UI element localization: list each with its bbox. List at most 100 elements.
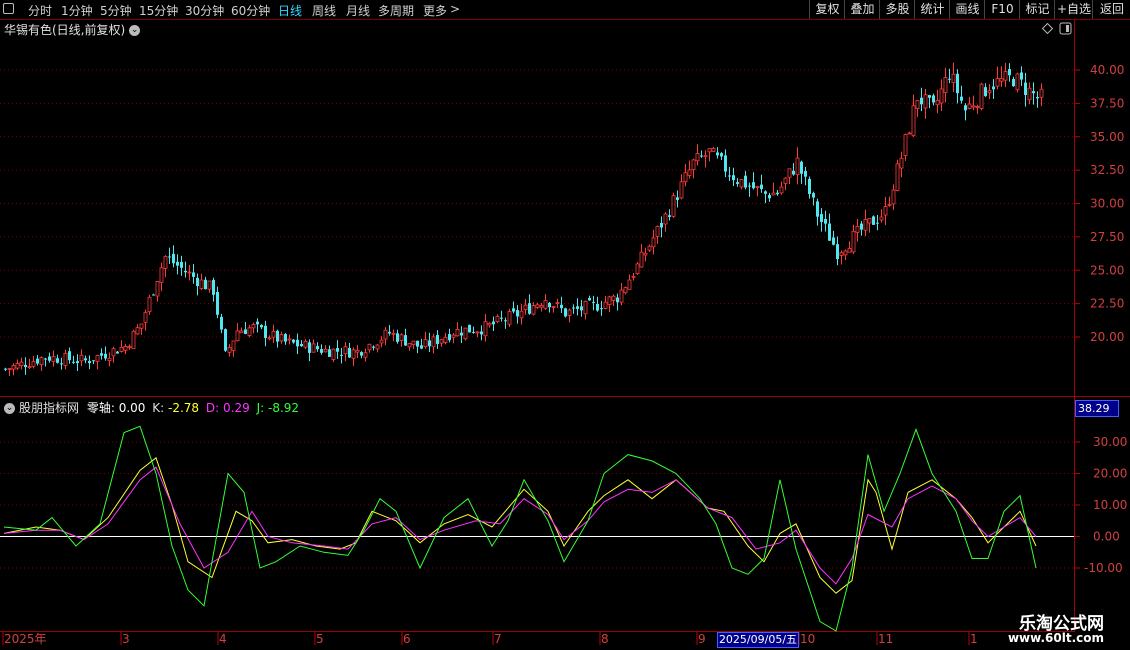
- down-candle: [24, 357, 27, 375]
- down-candle: [660, 216, 663, 238]
- candle-body: [244, 329, 247, 334]
- candle-body: [643, 252, 648, 256]
- down-candle: [580, 299, 583, 317]
- candle-body: [399, 334, 404, 341]
- up-candle: [883, 196, 888, 226]
- down-candle: [284, 333, 287, 345]
- down-candle: [276, 329, 279, 348]
- candle-body: [207, 280, 212, 290]
- candle-body: [724, 155, 727, 172]
- up-candle: [939, 79, 944, 112]
- up-candle: [771, 182, 776, 196]
- up-candle: [779, 181, 784, 195]
- up-candle: [627, 274, 632, 290]
- down-candle: [948, 68, 951, 84]
- date-tick-label: 9: [698, 632, 706, 646]
- candle-body: [504, 320, 507, 322]
- up-candle: [343, 342, 348, 362]
- down-candle: [956, 69, 959, 104]
- down-candle: [220, 313, 223, 334]
- down-candle: [88, 355, 91, 370]
- down-candle: [920, 87, 923, 112]
- up-candle: [227, 344, 232, 357]
- candle-body: [935, 100, 940, 106]
- candle-body: [276, 330, 279, 342]
- candle-body: [596, 304, 599, 311]
- candle-body: [404, 335, 407, 346]
- down-candle: [820, 208, 823, 232]
- diamond-icon[interactable]: [1041, 22, 1054, 35]
- up-candle: [523, 298, 528, 315]
- candle-body: [951, 73, 956, 84]
- up-candle: [923, 88, 928, 119]
- up-candle: [39, 356, 44, 371]
- candle-body: [711, 147, 716, 152]
- up-candle: [655, 225, 660, 244]
- stock-chart[interactable]: 20.0022.5025.0027.5030.0032.5035.0037.50…: [0, 0, 1130, 650]
- down-candle: [616, 293, 619, 311]
- down-candle: [748, 182, 751, 197]
- candle-body: [264, 325, 267, 338]
- down-candle: [448, 328, 451, 343]
- down-candle: [1008, 63, 1011, 82]
- candle-body: [639, 251, 644, 268]
- up-candle: [943, 67, 948, 103]
- panel-toggle-icon[interactable]: [1059, 22, 1072, 35]
- indicator-tick-label: 10.00: [1093, 498, 1127, 512]
- candle-body: [588, 298, 591, 301]
- candle-body: [519, 310, 524, 319]
- up-candle: [331, 348, 336, 362]
- up-candle: [139, 323, 144, 335]
- down-candle: [1024, 72, 1027, 107]
- down-candle: [176, 254, 179, 275]
- down-candle: [876, 214, 879, 231]
- down-candle: [516, 305, 519, 324]
- down-candle: [800, 160, 803, 184]
- up-candle: [1003, 62, 1008, 88]
- up-candle: [27, 358, 32, 369]
- down-candle: [100, 348, 103, 360]
- candle-body: [876, 222, 879, 224]
- candle-body: [111, 348, 116, 357]
- watermark-url: www.60lt.com: [1007, 631, 1104, 645]
- price-tick-label: 37.50: [1090, 96, 1124, 110]
- candle-body: [1032, 91, 1035, 94]
- candle-body: [1012, 79, 1015, 87]
- down-candle: [224, 328, 227, 353]
- up-candle: [443, 332, 448, 345]
- up-candle: [671, 192, 676, 218]
- up-candle: [683, 163, 688, 187]
- up-candle: [623, 286, 628, 295]
- candle-body: [407, 343, 412, 348]
- indicator-tick-label: 20.00: [1093, 467, 1127, 481]
- down-candle: [116, 350, 119, 354]
- candle-body: [79, 354, 84, 362]
- candle-body: [851, 230, 856, 253]
- down-candle: [56, 354, 59, 364]
- up-candle: [891, 184, 896, 210]
- up-candle: [475, 331, 480, 338]
- candle-body: [235, 330, 240, 342]
- candle-body: [616, 297, 619, 303]
- up-candle: [647, 244, 652, 252]
- up-candle: [15, 359, 20, 371]
- up-candle: [583, 300, 588, 320]
- candle-body: [739, 179, 744, 188]
- down-candle: [372, 345, 375, 351]
- candle-body: [163, 256, 168, 269]
- down-candle: [316, 342, 319, 352]
- candle-body: [691, 159, 696, 171]
- candle-body: [443, 336, 448, 343]
- candle-body: [48, 356, 51, 361]
- up-candle: [687, 160, 692, 179]
- down-candle: [4, 367, 7, 372]
- candle-body: [192, 272, 195, 277]
- up-candle: [135, 324, 140, 335]
- candle-body: [367, 343, 372, 351]
- candle-body: [764, 191, 767, 194]
- candle-body: [720, 153, 723, 157]
- up-candle: [251, 322, 256, 334]
- candle-body: [771, 192, 776, 196]
- candle-body: [655, 225, 660, 237]
- up-candle: [495, 314, 500, 324]
